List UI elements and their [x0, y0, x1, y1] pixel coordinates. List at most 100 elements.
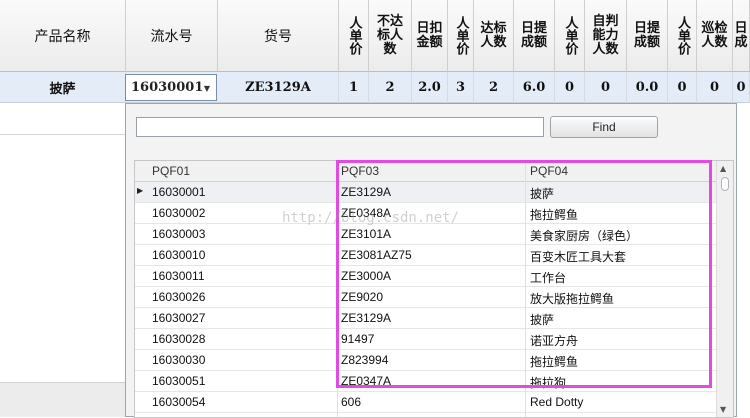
header-commission-2[interactable]: 日提成额 [627, 0, 668, 72]
list-item-pqf01: 16030001 [152, 185, 206, 199]
row-indicator-icon: ▶ [137, 186, 144, 195]
list-item[interactable]: 16030028 91497 诺亚方舟 [135, 329, 717, 350]
lookup-popup: Find PQF01 PQF03 PQF04 ▶ 16030001 ZE3129… [125, 103, 737, 418]
cell-unqualified-count-value: 2 [385, 80, 395, 95]
cell-product-name[interactable]: 披萨 [0, 72, 126, 103]
header-unqualified-count[interactable]: 不达标人数 [369, 0, 412, 72]
header-qualified-count-label: 达标人数 [480, 20, 507, 50]
list-item-pqf01: 16030027 [152, 311, 206, 325]
list-item-pqf04: 放大版拖拉鳄鱼 [530, 292, 615, 306]
header-unit-price-3-label: 人单价 [562, 16, 578, 55]
list-item-pqf03: ZE3129A [341, 311, 392, 325]
header-unit-price-3[interactable]: 人单价 [555, 0, 585, 72]
column-header-pqf01-label: PQF01 [152, 164, 191, 178]
scroll-up-icon[interactable]: ▲ [720, 164, 726, 173]
find-button-label: Find [592, 120, 616, 134]
cell-deduct-amount-value: 2.0 [418, 80, 441, 95]
list-item-pqf04: 工作台 [530, 271, 567, 285]
header-commission[interactable]: 日提成额 [514, 0, 555, 72]
cell-unit-price-2[interactable]: 3 [448, 72, 474, 103]
header-unit-price-1-label: 人单价 [346, 16, 362, 55]
list-item-pqf04: 拖拉鳄鱼 [530, 208, 579, 222]
header-serial-no[interactable]: 流水号 [126, 0, 218, 72]
cell-patrol-count[interactable]: 0 [697, 72, 733, 103]
cell-qualified-count[interactable]: 2 [474, 72, 514, 103]
column-header-pqf01[interactable]: PQF01 [152, 164, 190, 178]
find-button[interactable]: Find [550, 116, 658, 138]
header-item-no-label: 货号 [264, 28, 292, 45]
cell-commission-2[interactable]: 0.0 [627, 72, 668, 103]
list-item-pqf01: 16030003 [152, 227, 206, 241]
header-product-name-label: 产品名称 [34, 28, 91, 45]
column-header-pqf03[interactable]: PQF03 [341, 164, 379, 178]
cell-unit-price-1-value: 1 [348, 80, 359, 95]
header-self-judge-count[interactable]: 自判能力人数 [585, 0, 627, 72]
list-item-pqf03: ZE0348A [341, 206, 392, 220]
vertical-scrollbar[interactable]: ▲ ▼ [716, 161, 733, 417]
header-patrol-count-label: 巡检人数 [701, 20, 728, 50]
list-item-pqf01: 16030011 [152, 269, 205, 283]
dropdown-arrow-icon[interactable]: ▼ [201, 82, 213, 94]
header-unit-price-4[interactable]: 人单价 [668, 0, 697, 72]
cell-self-judge-count[interactable]: 0 [585, 72, 627, 103]
list-item[interactable]: 16030027 ZE3129A 披萨 [135, 308, 717, 329]
list-item[interactable]: 16030003 ZE3101A 美食家厨房（绿色） [135, 224, 717, 245]
cell-unit-price-2-value: 3 [455, 80, 466, 95]
list-item[interactable]: 16030030 Z823994 拖拉鳄鱼 [135, 350, 717, 371]
list-item-pqf04: 披萨 [530, 313, 555, 327]
list-item-pqf01: 16030010 [152, 248, 206, 262]
header-item-no[interactable]: 货号 [218, 0, 339, 72]
list-header: PQF01 PQF03 PQF04 [135, 161, 717, 182]
header-product-name[interactable]: 产品名称 [0, 0, 126, 72]
cell-product-name-value: 披萨 [49, 82, 76, 97]
cell-unqualified-count[interactable]: 2 [369, 72, 412, 103]
cell-unit-price-3-value: 0 [564, 80, 575, 95]
serial-no-combo[interactable]: 16030001 ▼ [125, 74, 217, 101]
list-item[interactable]: 16030011 ZE3000A 工作台 [135, 266, 717, 287]
list-item[interactable]: 16030054 606 Red Dotty [135, 392, 717, 413]
list-item-pqf03: ZE3101A [341, 227, 392, 241]
list-item[interactable]: 16030010 ZE3081AZ75 百变木匠工具大套 [135, 245, 717, 266]
list-item-pqf04: 美食家厨房（绿色） [530, 229, 639, 243]
header-unit-price-2-label: 人单价 [453, 16, 469, 55]
header-deduct-amount[interactable]: 日扣金额 [412, 0, 448, 72]
cell-truncated[interactable]: 0 [733, 72, 750, 103]
list-item[interactable]: 16030002 ZE0348A 拖拉鳄鱼 [135, 203, 717, 224]
cell-unit-price-4-value: 0 [677, 80, 687, 95]
cell-patrol-count-value: 0 [709, 80, 720, 95]
header-unit-price-2[interactable]: 人单价 [448, 0, 474, 72]
grid-row-empty[interactable] [0, 103, 126, 135]
header-unit-price-1[interactable]: 人单价 [339, 0, 369, 72]
cell-qualified-count-value: 2 [488, 80, 499, 95]
cell-self-judge-count-value: 0 [600, 80, 611, 95]
header-unqualified-count-label: 不达标人数 [376, 13, 403, 57]
cell-commission[interactable]: 6.0 [514, 72, 555, 103]
cell-unit-price-1[interactable]: 1 [339, 72, 369, 103]
column-header-pqf04[interactable]: PQF04 [530, 164, 568, 178]
list-item[interactable]: 16030026 ZE9020 放大版拖拉鳄鱼 [135, 287, 717, 308]
cell-unit-price-4[interactable]: 0 [668, 72, 697, 103]
header-patrol-count[interactable]: 巡检人数 [697, 0, 733, 72]
serial-no-combo-value: 16030001 [131, 80, 204, 95]
scroll-down-icon[interactable]: ▼ [720, 405, 726, 414]
list-item-pqf03: ZE3081AZ75 [341, 248, 412, 262]
header-truncated-label: 日成 [734, 20, 748, 50]
list-item-pqf03: ZE0347A [341, 374, 392, 388]
list-item[interactable]: ▶ 16030001 ZE3129A 披萨 [135, 182, 717, 203]
list-item-pqf01: 16030028 [152, 332, 206, 346]
list-item-pqf04: 披萨 [530, 187, 555, 201]
header-qualified-count[interactable]: 达标人数 [474, 0, 514, 72]
cell-unit-price-3[interactable]: 0 [555, 72, 585, 103]
cell-commission-value: 6.0 [522, 80, 546, 95]
header-truncated[interactable]: 日成 [733, 0, 750, 72]
search-input[interactable] [136, 117, 544, 137]
list-item-pqf03: 91497 [341, 332, 375, 346]
cell-item-no[interactable]: ZE3129A [218, 72, 339, 103]
list-item-pqf01: 16030054 [152, 395, 206, 409]
header-commission-label: 日提成额 [520, 20, 547, 50]
list-item[interactable]: 16030051 ZE0347A 拖拉狗 [135, 371, 717, 392]
list-item-pqf03: ZE3129A [341, 185, 392, 199]
scrollbar-thumb[interactable] [721, 177, 729, 191]
cell-deduct-amount[interactable]: 2.0 [412, 72, 448, 103]
list-item-pqf01: 16030051 [152, 374, 206, 388]
